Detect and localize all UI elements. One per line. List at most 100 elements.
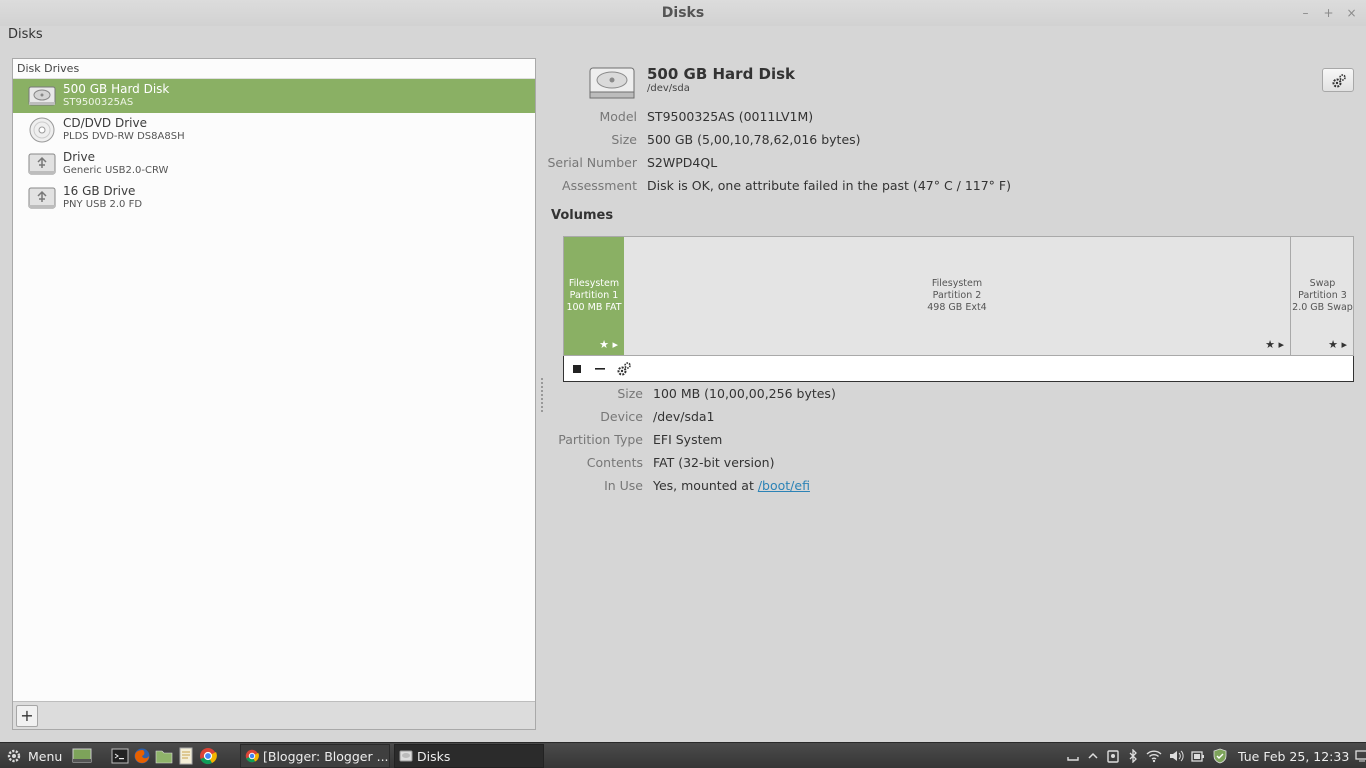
prop-label: Contents	[586, 455, 643, 470]
text-editor-icon	[179, 747, 193, 765]
desktop-icon	[72, 748, 92, 763]
prop-value: S2WPD4QL	[647, 155, 718, 170]
prop-label: Assessment	[562, 178, 637, 193]
window-label: Disks	[417, 748, 451, 764]
drive-item-cd-dvd[interactable]: CD/DVD Drive PLDS DVD-RW DS8A8SH	[13, 113, 535, 147]
usb-drive-icon	[28, 153, 56, 175]
start-menu-button[interactable]: Menu	[6, 747, 62, 765]
gears-icon	[1332, 74, 1346, 88]
prop-label: Partition Type	[558, 432, 643, 447]
disk-drives-panel: Disk Drives 500 GB Hard Disk ST9500325AS…	[12, 58, 536, 730]
volume-size: 498 GB Ext4	[927, 302, 987, 313]
prop-value: 100 MB (10,00,00,256 bytes)	[653, 386, 836, 401]
prop-label: Serial Number	[547, 155, 637, 170]
volume-partition: Partition 2	[932, 290, 982, 301]
window-titlebar[interactable]: Disks – + ×	[0, 0, 1366, 26]
volumes-heading: Volumes	[551, 208, 614, 223]
window-title: Disks	[661, 5, 705, 21]
files-launcher[interactable]	[155, 747, 173, 765]
drive-model: Generic USB2.0-CRW	[63, 165, 169, 176]
menu-label: Menu	[28, 748, 63, 764]
add-disk-image-button[interactable]: +	[16, 705, 38, 727]
disk-settings-button[interactable]	[1322, 68, 1354, 92]
chrome-icon	[200, 748, 217, 765]
volume-partition-2[interactable]: Filesystem Partition 2 498 GB Ext4 ★ ▸	[624, 237, 1291, 355]
volumes-map: Filesystem Partition 1 100 MB FAT ★ ▸ Fi…	[563, 236, 1354, 356]
firefox-launcher[interactable]	[133, 747, 151, 765]
delete-partition-button[interactable]	[591, 360, 609, 378]
wifi-icon[interactable]	[1146, 749, 1162, 763]
minimize-button[interactable]: –	[1299, 6, 1312, 20]
minus-icon	[595, 368, 605, 370]
prop-value: FAT (32-bit version)	[653, 455, 775, 470]
volume-icon[interactable]	[1168, 749, 1184, 763]
prop-value: /dev/sda1	[653, 409, 715, 424]
volume-partition: Partition 3	[1298, 290, 1347, 301]
mounted-star-icon: ★ ▸	[1328, 338, 1347, 351]
drive-name: CD/DVD Drive	[63, 116, 147, 130]
maximize-button[interactable]: +	[1322, 6, 1335, 20]
drive-item-usb-flash[interactable]: 16 GB Drive PNY USB 2.0 FD	[13, 181, 535, 215]
volume-partition-3[interactable]: Swap Partition 3 2.0 GB Swap ★ ▸	[1292, 237, 1353, 355]
pane-resize-handle[interactable]	[541, 378, 545, 412]
gear-icon	[7, 749, 21, 763]
chevron-up-icon[interactable]	[1086, 749, 1100, 763]
prop-label: Size	[617, 386, 643, 401]
chrome-icon	[245, 749, 259, 763]
drive-name: 500 GB Hard Disk	[63, 82, 170, 96]
bluetooth-icon[interactable]	[1126, 749, 1140, 763]
mounted-star-icon: ★ ▸	[599, 338, 618, 351]
prop-value: Disk is OK, one attribute failed in the …	[647, 178, 1011, 193]
prop-label: Size	[611, 132, 637, 147]
clock[interactable]: Tue Feb 25, 12:33	[1238, 749, 1349, 764]
prop-value: Yes, mounted at /boot/efi	[653, 478, 810, 494]
prop-label: Model	[599, 109, 637, 124]
in-use-text: Yes, mounted at	[653, 478, 758, 493]
app-menu[interactable]: Disks	[8, 27, 43, 42]
folder-icon	[155, 750, 173, 764]
prop-label: In Use	[604, 478, 643, 493]
hard-disk-icon	[28, 86, 56, 106]
volume-type: Filesystem	[931, 278, 983, 289]
volume-type: Filesystem	[568, 278, 620, 289]
usb-drive-icon	[28, 187, 56, 209]
shield-icon[interactable]	[1212, 748, 1228, 764]
keyboard-icon[interactable]	[1066, 749, 1080, 763]
volume-type: Swap	[1309, 278, 1336, 289]
disks-icon	[399, 750, 413, 762]
prop-value: EFI System	[653, 432, 723, 447]
volume-toolbar	[563, 356, 1354, 382]
drive-name: Drive	[63, 150, 95, 164]
optical-drive-icon	[29, 117, 55, 143]
disk-device-path: /dev/sda	[647, 83, 690, 94]
volume-size: 2.0 GB Swap	[1292, 302, 1353, 313]
taskbar-window-blogger[interactable]: [Blogger: Blogger ...	[240, 744, 390, 768]
taskbar: Menu [Blogger: Blogger ... Disks Tue Feb…	[0, 742, 1366, 768]
partition-settings-button[interactable]	[615, 360, 633, 378]
drive-item-card-reader[interactable]: Drive Generic USB2.0-CRW	[13, 147, 535, 181]
terminal-launcher[interactable]	[111, 747, 129, 765]
gears-icon	[617, 362, 631, 376]
taskbar-window-disks[interactable]: Disks	[394, 744, 544, 768]
volume-partition-1[interactable]: Filesystem Partition 1 100 MB FAT ★ ▸	[564, 237, 624, 355]
show-desktop-launcher[interactable]	[72, 747, 92, 765]
drive-model: PNY USB 2.0 FD	[63, 199, 143, 210]
drives-panel-footer: +	[13, 701, 535, 729]
prop-value: 500 GB (5,00,10,78,62,016 bytes)	[647, 132, 861, 147]
text-editor-launcher[interactable]	[177, 747, 195, 765]
unmount-button[interactable]	[568, 360, 586, 378]
clipboard-icon[interactable]	[1106, 749, 1120, 763]
drive-item-hard-disk[interactable]: 500 GB Hard Disk ST9500325AS	[13, 79, 535, 113]
battery-icon[interactable]	[1190, 749, 1206, 763]
stop-icon	[573, 365, 581, 373]
chrome-launcher[interactable]	[199, 747, 217, 765]
display-icon[interactable]	[1355, 749, 1366, 763]
close-button[interactable]: ×	[1345, 6, 1358, 20]
window-label: [Blogger: Blogger ...	[263, 748, 389, 764]
drive-name: 16 GB Drive	[63, 184, 136, 198]
drive-model: ST9500325AS	[63, 97, 134, 108]
system-tray: Tue Feb 25, 12:33	[1066, 747, 1366, 765]
mount-point-link[interactable]: /boot/efi	[758, 478, 810, 493]
disk-title: 500 GB Hard Disk	[647, 65, 796, 83]
firefox-icon	[134, 748, 150, 764]
